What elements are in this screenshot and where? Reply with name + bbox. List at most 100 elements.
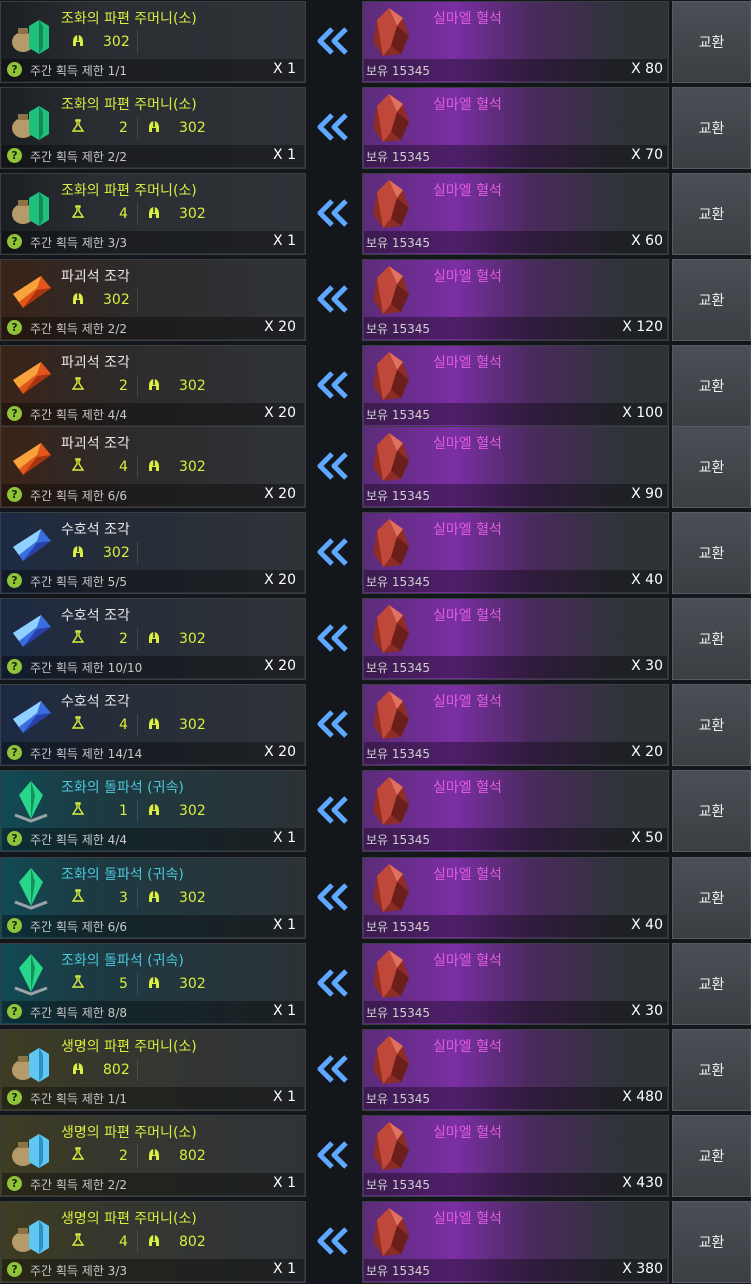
cost-item-panel[interactable]: 실마엘 혈석 보유 15345 X 380 bbox=[362, 1201, 669, 1283]
flask-icon bbox=[71, 205, 85, 223]
exchange-button[interactable]: 교환 bbox=[672, 173, 751, 255]
cost-item-panel[interactable]: 실마엘 혈석 보유 15345 X 100 bbox=[362, 345, 669, 427]
cost-quantity: X 60 bbox=[631, 233, 663, 249]
exchange-button[interactable]: 교환 bbox=[672, 512, 751, 594]
exchange-button[interactable]: 교환 bbox=[672, 1201, 751, 1283]
help-icon[interactable]: ? bbox=[7, 831, 22, 846]
reward-item-panel[interactable]: 파괴석 조각 302 ? 주간 획득 제한 2/2 X 20 bbox=[0, 259, 306, 341]
cost-item-name: 실마엘 혈석 bbox=[433, 1211, 502, 1227]
help-icon[interactable]: ? bbox=[7, 1090, 22, 1105]
exchange-button[interactable]: 교환 bbox=[672, 259, 751, 341]
help-icon[interactable]: ? bbox=[7, 1004, 22, 1019]
reward-item-panel[interactable]: 생명의 파편 주머니(소) 2 802 ? 주간 획득 제한 2/2 X 1 bbox=[0, 1115, 306, 1197]
reward-item-panel[interactable]: 수호석 조각 2 302 ? 주간 획득 제한 10/10 X 20 bbox=[0, 598, 306, 680]
cost-item-panel[interactable]: 실마엘 혈석 보유 15345 X 30 bbox=[362, 943, 669, 1025]
helmet-icon bbox=[71, 1061, 85, 1080]
cost-item-name: 실마엘 혈석 bbox=[433, 867, 502, 883]
crystal-icon bbox=[369, 1034, 415, 1086]
reward-item-footer: ? 주간 획득 제한 5/5 X 20 bbox=[2, 570, 304, 592]
help-icon[interactable]: ? bbox=[7, 487, 22, 502]
reward-item-footer: ? 주간 획득 제한 3/3 X 1 bbox=[2, 231, 304, 253]
exchange-button[interactable]: 교환 bbox=[672, 684, 751, 766]
reward-item-panel[interactable]: 생명의 파편 주머니(소) 802 ? 주간 획득 제한 1/1 X 1 bbox=[0, 1029, 306, 1111]
cost-item-panel[interactable]: 실마엘 혈석 보유 15345 X 80 bbox=[362, 1, 669, 83]
weekly-limit-text: 주간 획득 제한 4/4 bbox=[30, 408, 127, 422]
reward-item-panel[interactable]: 파괴석 조각 2 302 ? 주간 획득 제한 4/4 X 20 bbox=[0, 345, 306, 427]
crystal-icon bbox=[369, 517, 415, 569]
double-chevron-left-icon bbox=[316, 968, 352, 998]
item-level-value: 302 bbox=[179, 631, 206, 647]
help-icon[interactable]: ? bbox=[7, 659, 22, 674]
help-icon[interactable]: ? bbox=[7, 148, 22, 163]
help-icon[interactable]: ? bbox=[7, 1262, 22, 1277]
exchange-button[interactable]: 교환 bbox=[672, 598, 751, 680]
reward-quantity: X 1 bbox=[273, 233, 296, 249]
reward-item-panel[interactable]: 조화의 파편 주머니(소) 302 ? 주간 획득 제한 1/1 X 1 bbox=[0, 1, 306, 83]
reward-item-panel[interactable]: 조화의 파편 주머니(소) 4 302 ? 주간 획득 제한 3/3 X 1 bbox=[0, 173, 306, 255]
help-icon[interactable]: ? bbox=[7, 573, 22, 588]
reward-item-panel[interactable]: 조화의 돌파석 (귀속) 3 302 ? 주간 획득 제한 6/6 X 1 bbox=[0, 857, 306, 939]
exchange-button[interactable]: 교환 bbox=[672, 87, 751, 169]
exchange-button[interactable]: 교환 bbox=[672, 943, 751, 1025]
cost-quantity: X 80 bbox=[631, 61, 663, 77]
reward-item-footer: ? 주간 획득 제한 8/8 X 1 bbox=[2, 1001, 304, 1023]
exchange-button[interactable]: 교환 bbox=[672, 345, 751, 427]
reward-quantity: X 1 bbox=[273, 1089, 296, 1105]
owned-amount: 보유 15345 bbox=[366, 1264, 431, 1278]
helmet-icon bbox=[147, 119, 161, 138]
reward-item-panel[interactable]: 수호석 조각 302 ? 주간 획득 제한 5/5 X 20 bbox=[0, 512, 306, 594]
exchange-button[interactable]: 교환 bbox=[672, 1029, 751, 1111]
help-icon[interactable]: ? bbox=[7, 745, 22, 760]
cost-quantity: X 20 bbox=[631, 744, 663, 760]
cost-item-footer: 보유 15345 X 50 bbox=[364, 828, 667, 850]
exchange-button[interactable]: 교환 bbox=[672, 1, 751, 83]
exchange-button[interactable]: 교환 bbox=[672, 426, 751, 508]
double-chevron-left-icon bbox=[316, 1226, 352, 1256]
help-icon[interactable]: ? bbox=[7, 1176, 22, 1191]
help-icon[interactable]: ? bbox=[7, 234, 22, 249]
cost-item-panel[interactable]: 실마엘 혈석 보유 15345 X 480 bbox=[362, 1029, 669, 1111]
reward-item-name: 조화의 돌파석 (귀속) bbox=[61, 867, 184, 883]
cost-item-panel[interactable]: 실마엘 혈석 보유 15345 X 90 bbox=[362, 426, 669, 508]
exchange-row: 파괴석 조각 2 302 ? 주간 획득 제한 4/4 X 20 실마엘 혈석 … bbox=[0, 344, 751, 428]
item-level-requirement: 302 bbox=[147, 204, 206, 224]
cost-quantity: X 70 bbox=[631, 147, 663, 163]
reward-item-panel[interactable]: 수호석 조각 4 302 ? 주간 획득 제한 14/14 X 20 bbox=[0, 684, 306, 766]
double-chevron-left-icon bbox=[316, 882, 352, 912]
cost-item-panel[interactable]: 실마엘 혈석 보유 15345 X 40 bbox=[362, 512, 669, 594]
cost-item-panel[interactable]: 실마엘 혈석 보유 15345 X 430 bbox=[362, 1115, 669, 1197]
cost-item-panel[interactable]: 실마엘 혈석 보유 15345 X 120 bbox=[362, 259, 669, 341]
help-icon[interactable]: ? bbox=[7, 406, 22, 421]
reward-item-name: 조화의 돌파석 (귀속) bbox=[61, 953, 184, 969]
exchange-button[interactable]: 교환 bbox=[672, 857, 751, 939]
reward-item-panel[interactable]: 조화의 돌파석 (귀속) 1 302 ? 주간 획득 제한 4/4 X 1 bbox=[0, 770, 306, 852]
reward-quantity: X 20 bbox=[264, 319, 296, 335]
exchange-row: 파괴석 조각 302 ? 주간 획득 제한 2/2 X 20 실마엘 혈석 보유… bbox=[0, 258, 751, 342]
reward-item-panel[interactable]: 조화의 돌파석 (귀속) 5 302 ? 주간 획득 제한 8/8 X 1 bbox=[0, 943, 306, 1025]
help-icon[interactable]: ? bbox=[7, 320, 22, 335]
help-icon[interactable]: ? bbox=[7, 62, 22, 77]
cost-item-panel[interactable]: 실마엘 혈석 보유 15345 X 70 bbox=[362, 87, 669, 169]
reward-item-panel[interactable]: 파괴석 조각 4 302 ? 주간 획득 제한 6/6 X 20 bbox=[0, 426, 306, 508]
tier-requirement: 1 bbox=[71, 801, 128, 821]
exchange-button[interactable]: 교환 bbox=[672, 770, 751, 852]
tier-requirement-value: 2 bbox=[119, 631, 128, 647]
tier-requirement: 2 bbox=[71, 1146, 128, 1166]
help-icon[interactable]: ? bbox=[7, 918, 22, 933]
item-level-requirement: 302 bbox=[71, 32, 130, 52]
cost-item-panel[interactable]: 실마엘 혈석 보유 15345 X 30 bbox=[362, 598, 669, 680]
reward-item-footer: ? 주간 획득 제한 1/1 X 1 bbox=[2, 1087, 304, 1109]
reward-item-panel[interactable]: 조화의 파편 주머니(소) 2 302 ? 주간 획득 제한 2/2 X 1 bbox=[0, 87, 306, 169]
tier-requirement: 4 bbox=[71, 204, 128, 224]
harmony-pouch-icon bbox=[7, 10, 55, 56]
cost-item-panel[interactable]: 실마엘 혈석 보유 15345 X 40 bbox=[362, 857, 669, 939]
reward-item-panel[interactable]: 생명의 파편 주머니(소) 4 802 ? 주간 획득 제한 3/3 X 1 bbox=[0, 1201, 306, 1283]
cost-item-footer: 보유 15345 X 70 bbox=[364, 145, 667, 167]
cost-item-panel[interactable]: 실마엘 혈석 보유 15345 X 20 bbox=[362, 684, 669, 766]
reward-item-name: 파괴석 조각 bbox=[61, 436, 130, 452]
cost-item-panel[interactable]: 실마엘 혈석 보유 15345 X 50 bbox=[362, 770, 669, 852]
destruction-stone-icon bbox=[7, 268, 55, 314]
cost-item-footer: 보유 15345 X 20 bbox=[364, 742, 667, 764]
cost-item-panel[interactable]: 실마엘 혈석 보유 15345 X 60 bbox=[362, 173, 669, 255]
exchange-button[interactable]: 교환 bbox=[672, 1115, 751, 1197]
